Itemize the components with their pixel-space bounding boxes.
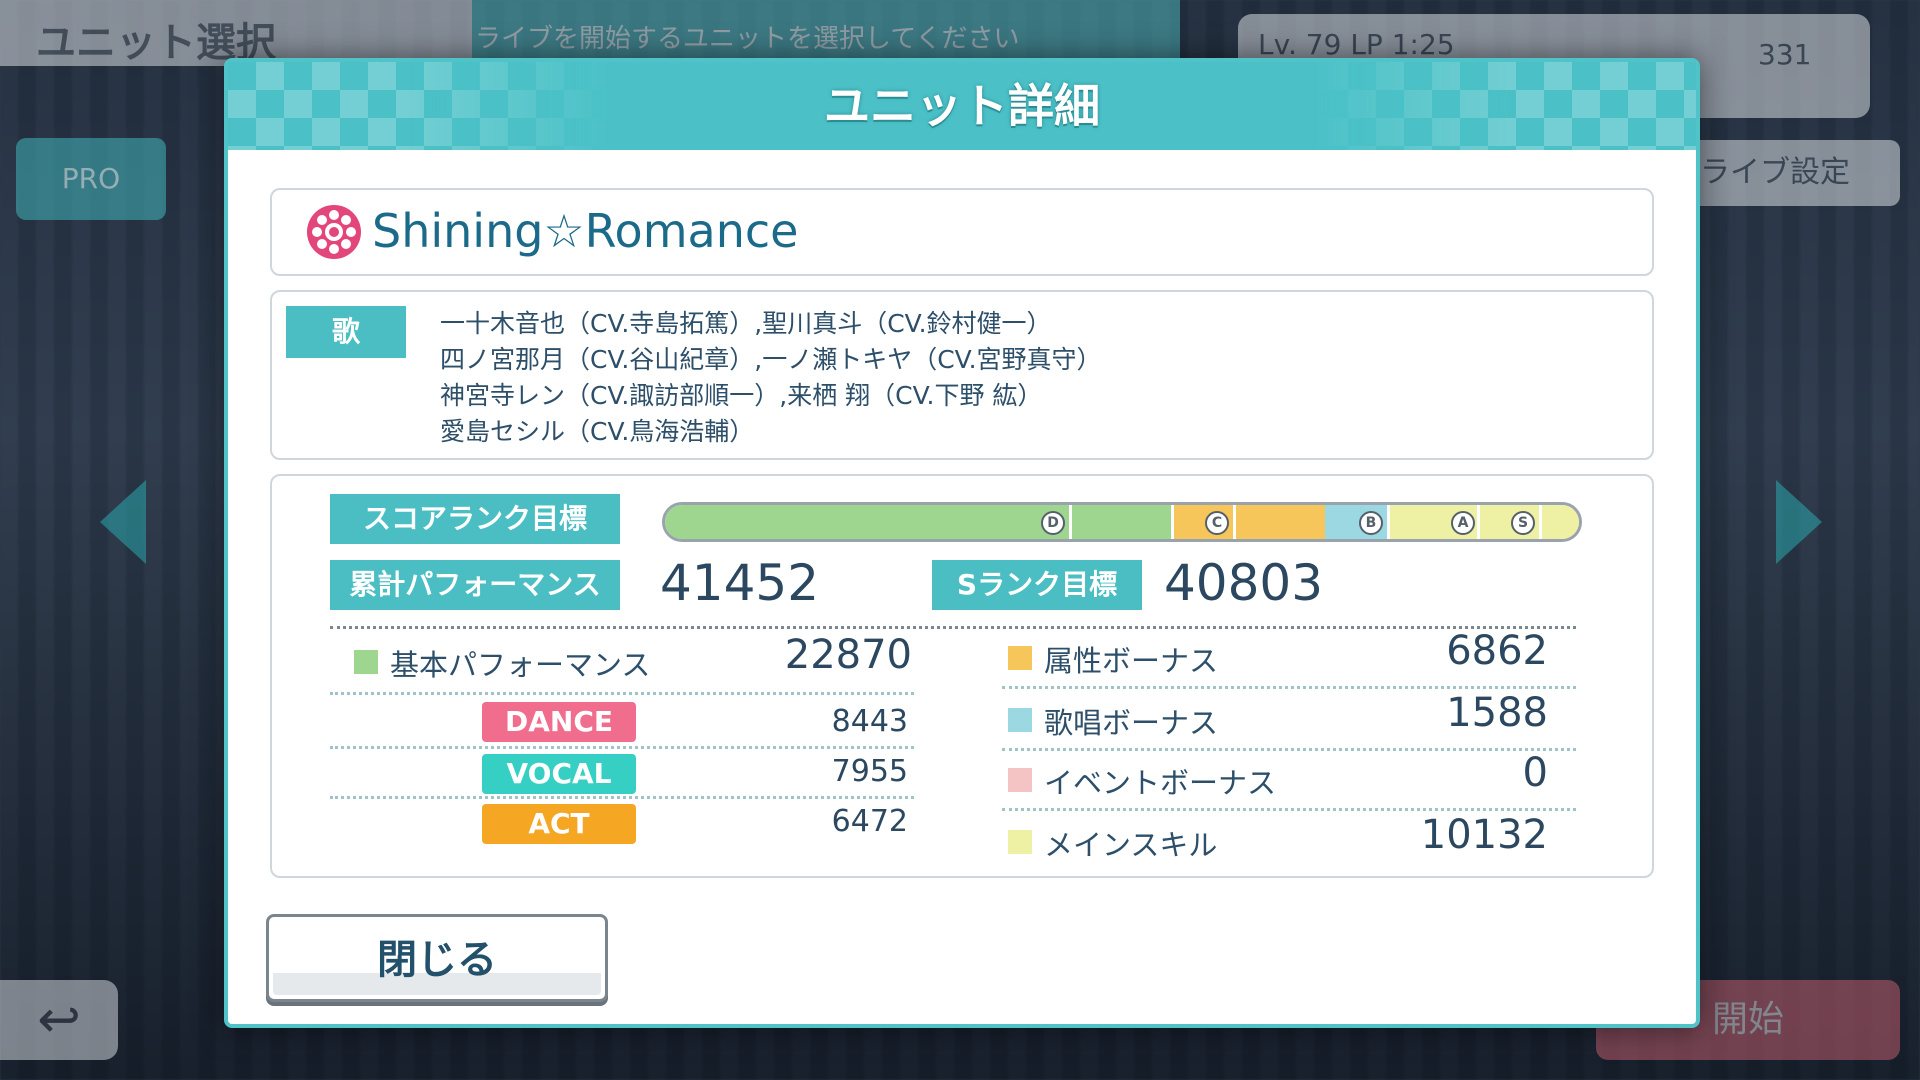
unit-name: Shining☆Romance [372, 204, 799, 258]
event-bonus-value: 0 [1522, 750, 1548, 796]
song-tag: 歌 [286, 306, 406, 358]
unit-name-panel: Shining☆Romance [270, 188, 1654, 276]
status-text: Lv. 79 LP 1:25 [1258, 28, 1455, 61]
s-rank-target-label: Sランク目標 [932, 560, 1142, 610]
back-button[interactable]: ↩ [0, 980, 118, 1060]
singer-line: 一十木音也（CV.寺島拓篤）,聖川真斗（CV.鈴村健一） [440, 309, 1052, 338]
event-bonus-label: イベントボーナス [1044, 766, 1277, 800]
event-bonus-swatch [1008, 768, 1032, 792]
divider [330, 746, 914, 749]
close-button-label: 閉じる [377, 937, 497, 983]
main-skill-value: 10132 [1420, 812, 1548, 858]
main-skill-label: メインスキル [1044, 828, 1218, 862]
main-skill-swatch [1008, 830, 1032, 854]
performance-panel: スコアランク目標 D C B A S 累計パフォーマンス 41452 Sランク目… [270, 474, 1654, 878]
total-performance-value: 41452 [660, 554, 820, 612]
rank-mark-c: C [1205, 511, 1229, 535]
s-rank-target-value: 40803 [1164, 554, 1324, 612]
singing-bonus-swatch [1008, 708, 1032, 732]
unit-emblem-icon [307, 205, 361, 259]
unit-detail-dialog: ユニット詳細 Shining☆Romance 歌 一十木音也（CV.寺島拓篤）,… [224, 58, 1700, 1028]
live-settings-button[interactable]: ライブ設定 [1690, 140, 1900, 206]
divider [1002, 686, 1576, 689]
vocal-badge: VOCAL [482, 754, 636, 794]
singer-line: 神宮寺レン（CV.諏訪部順一）,来栖 翔（CV.下野 紘） [440, 381, 1043, 410]
attribute-bonus-value: 6862 [1446, 628, 1548, 674]
next-arrow-icon[interactable] [1776, 480, 1822, 564]
dialog-header: ユニット詳細 [228, 62, 1696, 150]
rank-mark-a: A [1451, 511, 1475, 535]
unit-select-header: ユニット選択 ライブを開始するユニットを選択してください [0, 0, 1180, 66]
divider [330, 692, 914, 695]
singing-bonus-label: 歌唱ボーナス [1044, 706, 1219, 740]
singers-panel: 歌 一十木音也（CV.寺島拓篤）,聖川真斗（CV.鈴村健一） 四ノ宮那月（CV.… [270, 290, 1654, 460]
attribute-bonus-swatch [1008, 646, 1032, 670]
rank-mark-d: D [1041, 511, 1065, 535]
total-performance-label: 累計パフォーマンス [330, 560, 620, 610]
dance-value: 8443 [831, 704, 908, 739]
rank-mark-s: S [1511, 511, 1535, 535]
gem-count: 331 [1758, 38, 1812, 71]
act-badge: ACT [482, 804, 636, 844]
base-performance-value: 22870 [784, 632, 912, 678]
dialog-title: ユニット詳細 [824, 79, 1100, 133]
act-value: 6472 [831, 804, 908, 839]
rank-mark-b: B [1359, 511, 1383, 535]
score-rank-bar: D C B A S [662, 502, 1582, 542]
close-button[interactable]: 閉じる [266, 914, 608, 1002]
singer-line: 四ノ宮那月（CV.谷山紀章）,一ノ瀬トキヤ（CV.宮野真守） [440, 345, 1102, 374]
instruction-text: ライブを開始するユニットを選択してください [475, 24, 1020, 54]
prev-arrow-icon[interactable] [100, 480, 146, 564]
score-rank-label: スコアランク目標 [330, 494, 620, 544]
difficulty-button[interactable]: PRO [16, 138, 166, 220]
singer-line: 愛島セシル（CV.鳥海浩輔） [440, 417, 755, 446]
base-performance-label: 基本パフォーマンス [390, 648, 651, 682]
singing-bonus-value: 1588 [1446, 690, 1548, 736]
base-performance-swatch [354, 650, 378, 674]
vocal-value: 7955 [831, 754, 908, 789]
dance-badge: DANCE [482, 702, 636, 742]
attribute-bonus-label: 属性ボーナス [1044, 644, 1219, 678]
divider [330, 796, 914, 799]
divider [1002, 808, 1576, 811]
